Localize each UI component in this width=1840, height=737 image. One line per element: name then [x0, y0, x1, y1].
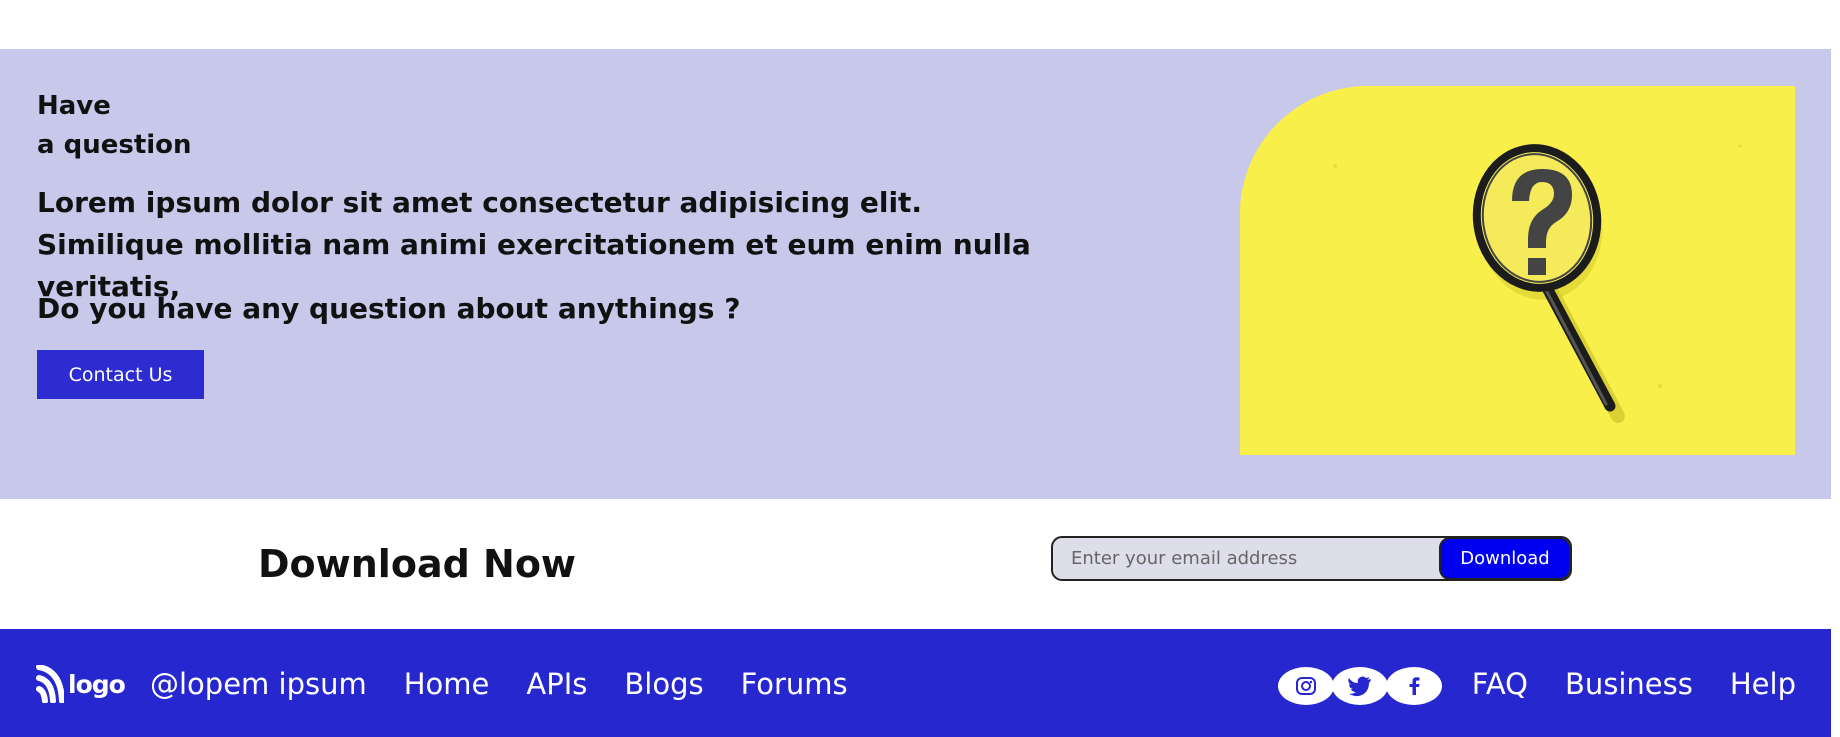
- question-illustration: [1240, 86, 1795, 455]
- footer-link-home[interactable]: Home: [404, 665, 490, 703]
- logo[interactable]: logo: [36, 665, 126, 703]
- heading-line-1: Have: [37, 91, 111, 121]
- twitter-button[interactable]: [1332, 667, 1388, 705]
- heading-line-2: a question: [37, 130, 192, 160]
- social-links: [1278, 667, 1442, 705]
- email-subscribe-form: Download: [1051, 536, 1572, 581]
- footer-link-help[interactable]: Help: [1730, 665, 1796, 703]
- footer-link-faq[interactable]: FAQ: [1472, 665, 1528, 703]
- instagram-icon: [1296, 677, 1316, 695]
- twitter-icon: [1348, 676, 1371, 697]
- rss-logo-icon: [36, 665, 64, 703]
- logo-text: logo: [68, 669, 126, 699]
- facebook-icon: [1409, 677, 1420, 695]
- footer-nav-right: FAQ Business Help: [1472, 665, 1796, 703]
- footer: logo @lopem ipsum Home APIs Blogs Forums: [0, 629, 1831, 737]
- footer-nav-left: @lopem ipsum Home APIs Blogs Forums: [150, 665, 848, 703]
- section-heading: Have a question: [37, 87, 192, 165]
- top-whitespace: [0, 0, 1831, 49]
- download-title: Download Now: [258, 542, 577, 586]
- footer-link-forums[interactable]: Forums: [741, 665, 848, 703]
- instagram-button[interactable]: [1278, 667, 1334, 705]
- footer-link-apis[interactable]: APIs: [526, 665, 587, 703]
- contact-us-button[interactable]: Contact Us: [37, 350, 204, 399]
- magnifying-glass-question-icon: [1240, 86, 1795, 455]
- email-input[interactable]: [1053, 538, 1443, 579]
- question-text: Do you have any question about anythings…: [37, 292, 741, 325]
- have-question-section: Have a question Lorem ipsum dolor sit am…: [0, 49, 1831, 499]
- footer-link-blogs[interactable]: Blogs: [624, 665, 703, 703]
- footer-handle-link[interactable]: @lopem ipsum: [150, 665, 367, 703]
- facebook-button[interactable]: [1386, 667, 1442, 705]
- download-button[interactable]: Download: [1439, 538, 1570, 579]
- footer-link-business[interactable]: Business: [1565, 665, 1693, 703]
